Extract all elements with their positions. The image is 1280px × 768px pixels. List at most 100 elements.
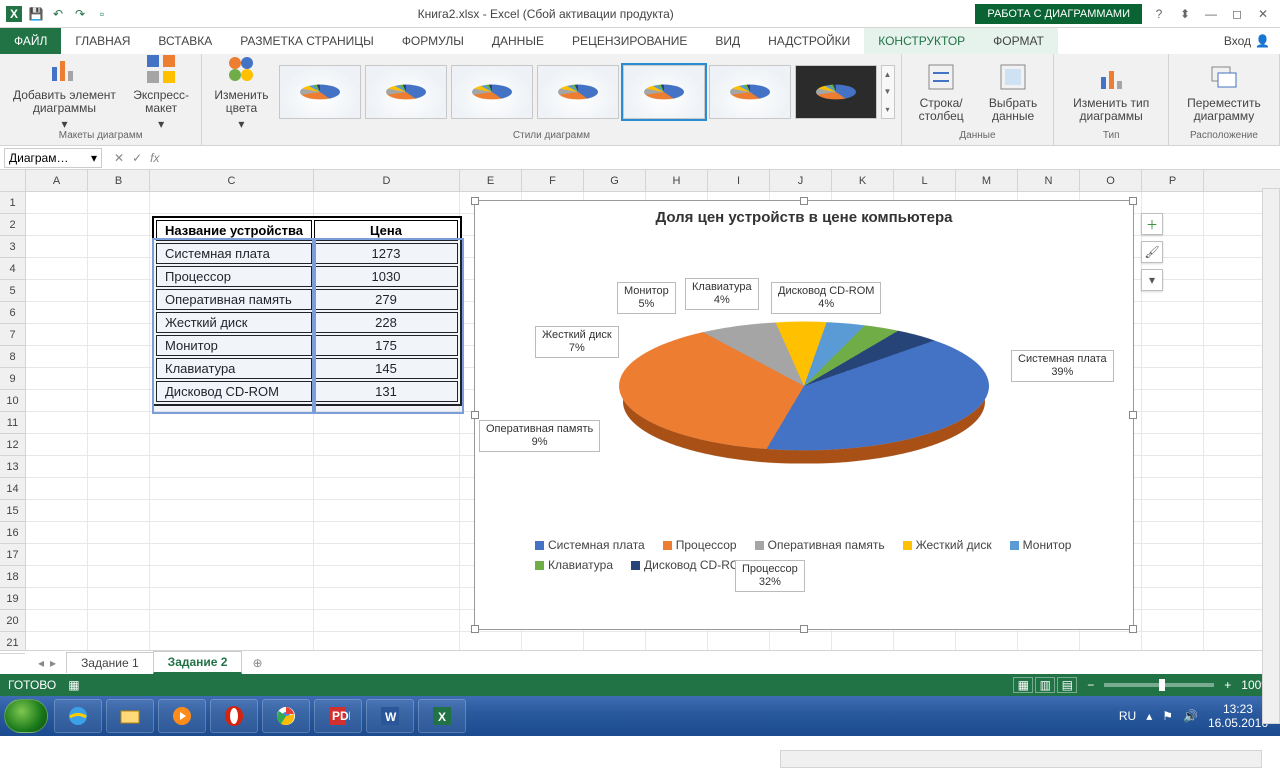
- row-header[interactable]: 16: [0, 522, 25, 544]
- chart-styles-button[interactable]: 🖌: [1141, 241, 1163, 263]
- column-header[interactable]: B: [88, 170, 150, 191]
- legend-item[interactable]: Жесткий диск: [903, 538, 992, 552]
- maximize-icon[interactable]: ◻: [1228, 7, 1246, 21]
- undo-icon[interactable]: ↶: [48, 4, 68, 24]
- help-icon[interactable]: ?: [1150, 7, 1168, 21]
- horizontal-scrollbar[interactable]: [780, 750, 1262, 768]
- tab-insert[interactable]: ВСТАВКА: [144, 28, 226, 54]
- tab-format[interactable]: ФОРМАТ: [979, 28, 1058, 54]
- styles-more-button[interactable]: ▲▼▾: [881, 65, 895, 119]
- legend-item[interactable]: Дисковод CD-ROM: [631, 558, 749, 572]
- tab-addins[interactable]: НАДСТРОЙКИ: [754, 28, 864, 54]
- column-header[interactable]: J: [770, 170, 832, 191]
- tab-data[interactable]: ДАННЫЕ: [478, 28, 558, 54]
- row-header[interactable]: 4: [0, 258, 25, 280]
- taskbar-pdf-icon[interactable]: PDF: [314, 699, 362, 733]
- worksheet-area[interactable]: 123456789101112131415161718192021 ABCDEF…: [0, 170, 1280, 650]
- sheet-tab-2[interactable]: Задание 2: [153, 651, 243, 674]
- column-header[interactable]: P: [1142, 170, 1204, 191]
- row-header[interactable]: 11: [0, 412, 25, 434]
- legend-item[interactable]: Процессор: [663, 538, 737, 552]
- macro-record-icon[interactable]: ▦: [68, 678, 79, 692]
- column-header[interactable]: E: [460, 170, 522, 191]
- row-header[interactable]: 5: [0, 280, 25, 302]
- column-header[interactable]: G: [584, 170, 646, 191]
- row-header[interactable]: 20: [0, 610, 25, 632]
- sheet-nav[interactable]: ◂▸: [28, 656, 66, 670]
- fx-icon[interactable]: fx: [150, 151, 159, 165]
- zoom-out-icon[interactable]: −: [1087, 678, 1094, 692]
- row-header[interactable]: 2: [0, 214, 25, 236]
- legend-item[interactable]: Оперативная память: [755, 538, 885, 552]
- tab-home[interactable]: ГЛАВНАЯ: [61, 28, 144, 54]
- row-headers[interactable]: 123456789101112131415161718192021: [0, 170, 26, 650]
- chart-plot-area[interactable]: Системная плата39%Процессор32%Оперативна…: [475, 230, 1133, 530]
- column-header[interactable]: M: [956, 170, 1018, 191]
- column-header[interactable]: D: [314, 170, 460, 191]
- tab-file[interactable]: ФАЙЛ: [0, 28, 61, 54]
- tab-design[interactable]: КОНСТРУКТОР: [864, 28, 979, 54]
- zoom-in-icon[interactable]: +: [1224, 678, 1231, 692]
- table-row[interactable]: Клавиатура145: [156, 358, 458, 379]
- new-file-icon[interactable]: ▫: [92, 4, 112, 24]
- pie-3d[interactable]: [619, 322, 989, 451]
- add-chart-element-button[interactable]: Добавить элемент диаграммы▾: [6, 56, 123, 128]
- row-header[interactable]: 17: [0, 544, 25, 566]
- start-button[interactable]: [4, 699, 48, 733]
- chart-title[interactable]: Доля цен устройств в цене компьютера: [475, 201, 1133, 230]
- row-header[interactable]: 1: [0, 192, 25, 214]
- chart-style-5[interactable]: [623, 65, 705, 119]
- data-table[interactable]: Название устройстваЦена Системная плата1…: [152, 216, 462, 406]
- legend-item[interactable]: Системная плата: [535, 538, 645, 552]
- column-headers[interactable]: ABCDEFGHIJKLMNOP: [26, 170, 1280, 192]
- switch-row-column-button[interactable]: Строка/ столбец: [908, 56, 975, 128]
- taskbar-chrome-icon[interactable]: [262, 699, 310, 733]
- data-label[interactable]: Жесткий диск7%: [535, 326, 619, 358]
- quick-layout-button[interactable]: Экспресс- макет▾: [127, 56, 195, 128]
- chart-style-6[interactable]: [709, 65, 791, 119]
- row-header[interactable]: 6: [0, 302, 25, 324]
- legend-item[interactable]: Клавиатура: [535, 558, 613, 572]
- language-indicator[interactable]: RU: [1119, 709, 1136, 723]
- tab-formulas[interactable]: ФОРМУЛЫ: [388, 28, 478, 54]
- column-header[interactable]: A: [26, 170, 88, 191]
- data-label[interactable]: Дисковод CD-ROM4%: [771, 282, 881, 314]
- table-row[interactable]: Жесткий диск228: [156, 312, 458, 333]
- row-header[interactable]: 14: [0, 478, 25, 500]
- row-header[interactable]: 12: [0, 434, 25, 456]
- zoom-slider[interactable]: [1104, 683, 1214, 687]
- normal-view-icon[interactable]: ▦: [1013, 677, 1033, 693]
- row-header[interactable]: 10: [0, 390, 25, 412]
- taskbar-opera-icon[interactable]: [210, 699, 258, 733]
- column-header[interactable]: C: [150, 170, 314, 191]
- taskbar-mediaplayer-icon[interactable]: [158, 699, 206, 733]
- table-row[interactable]: Дисковод CD-ROM131: [156, 381, 458, 402]
- action-center-icon[interactable]: ⚑: [1162, 709, 1173, 723]
- save-icon[interactable]: 💾: [26, 4, 46, 24]
- change-chart-type-button[interactable]: Изменить тип диаграммы: [1060, 56, 1161, 128]
- tab-review[interactable]: РЕЦЕНЗИРОВАНИЕ: [558, 28, 701, 54]
- table-row[interactable]: Монитор175: [156, 335, 458, 356]
- chart-style-2[interactable]: [365, 65, 447, 119]
- data-label[interactable]: Монитор5%: [617, 282, 676, 314]
- vertical-scrollbar[interactable]: [1262, 188, 1280, 724]
- row-header[interactable]: 9: [0, 368, 25, 390]
- redo-icon[interactable]: ↷: [70, 4, 90, 24]
- move-chart-button[interactable]: Переместить диаграмму: [1175, 56, 1273, 128]
- taskbar-excel-icon[interactable]: X: [418, 699, 466, 733]
- chart-style-3[interactable]: [451, 65, 533, 119]
- column-header[interactable]: F: [522, 170, 584, 191]
- sheet-tab-1[interactable]: Задание 1: [66, 652, 154, 673]
- data-label[interactable]: Клавиатура4%: [685, 278, 759, 310]
- data-label[interactable]: Оперативная память9%: [479, 420, 600, 452]
- volume-icon[interactable]: 🔊: [1183, 709, 1198, 723]
- row-header[interactable]: 18: [0, 566, 25, 588]
- row-header[interactable]: 13: [0, 456, 25, 478]
- row-header[interactable]: 15: [0, 500, 25, 522]
- taskbar-clock[interactable]: 13:2316.05.2016: [1208, 702, 1268, 731]
- chart-style-1[interactable]: [279, 65, 361, 119]
- chart-filter-button[interactable]: ▾: [1141, 269, 1163, 291]
- data-label[interactable]: Процессор32%: [735, 560, 805, 592]
- taskbar-explorer-icon[interactable]: [106, 699, 154, 733]
- row-header[interactable]: [0, 170, 25, 192]
